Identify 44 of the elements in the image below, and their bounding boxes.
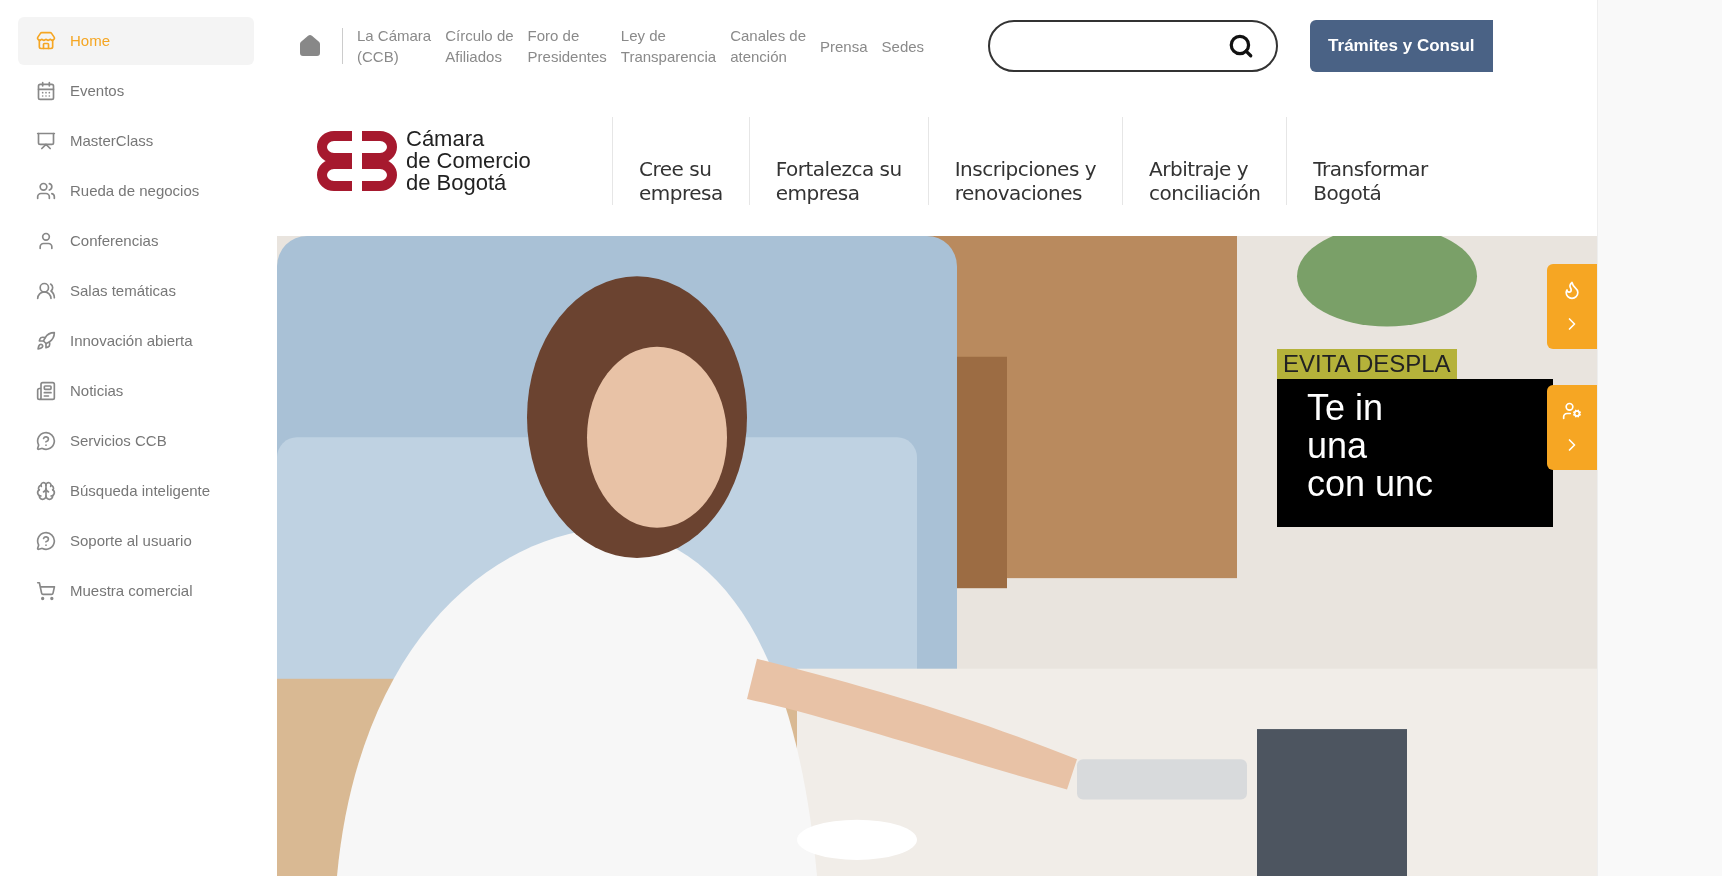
banner-tag: EVITA DESPLA [1277, 349, 1457, 379]
rocket-icon [36, 331, 56, 351]
presentation-icon [36, 131, 56, 151]
main-menu-link[interactable]: Cree su empresa [613, 157, 749, 205]
calendar-icon [36, 81, 56, 101]
nav-link[interactable]: Prensa [820, 35, 868, 57]
nav-link[interactable]: La Cámara (CCB) [357, 25, 432, 67]
question-bubble-icon [36, 531, 56, 551]
main-menu-link[interactable]: Inscripciones y renovaciones [928, 157, 1123, 205]
flame-icon [1562, 279, 1582, 300]
sidebar-item[interactable]: Innovación abierta [18, 317, 254, 365]
user-gear-icon [1562, 400, 1582, 421]
nav-link[interactable]: Sedes [881, 35, 925, 57]
person-icon [36, 231, 56, 251]
search-field[interactable] [988, 20, 1279, 72]
logo-text: Cámara de Comercio de Bogotá [406, 128, 531, 194]
store-icon [36, 31, 56, 51]
nav-link[interactable]: Círculo de Afiliados [445, 25, 514, 67]
sidebar-item[interactable]: Servicios CCB [18, 417, 254, 465]
sidebar-item[interactable]: MasterClass [18, 117, 254, 165]
people-icon [36, 181, 56, 201]
sidebar-item[interactable]: Conferencias [18, 217, 254, 265]
sidebar-item[interactable]: Muestra comercial [18, 567, 254, 615]
main-menu-link[interactable]: Transformar Bogotá [1287, 157, 1454, 205]
banner-headline: Te in una con unc [1277, 379, 1554, 527]
home-icon[interactable] [298, 34, 322, 58]
sidebar-item[interactable]: Soporte al usuario [18, 517, 254, 565]
main-menu-link[interactable]: Fortalezca su empresa [749, 157, 928, 205]
question-bubble-icon [36, 431, 56, 451]
sidebar-item[interactable]: Rueda de negocios [18, 167, 254, 215]
nav-link[interactable]: Canales de atención [730, 25, 806, 67]
group-icon [36, 281, 56, 301]
nav-link[interactable]: Foro de Presidentes [527, 25, 607, 67]
cart-icon [36, 581, 56, 601]
main-menu-link[interactable]: Arbitraje y conciliación [1123, 157, 1287, 205]
sidebar-item[interactable]: Salas temáticas [18, 267, 254, 315]
brain-icon [36, 481, 56, 501]
procedures-button[interactable]: Trámites y Consul [1310, 20, 1493, 72]
search-icon[interactable] [1228, 33, 1255, 59]
newspaper-icon [36, 381, 56, 401]
nav-link[interactable]: Ley de Transparencia [620, 25, 717, 67]
sidebar-item[interactable]: Noticias [18, 367, 254, 415]
sidebar-item[interactable]: Eventos [18, 67, 254, 115]
sidebar-item[interactable]: Búsqueda inteligente [18, 467, 254, 515]
